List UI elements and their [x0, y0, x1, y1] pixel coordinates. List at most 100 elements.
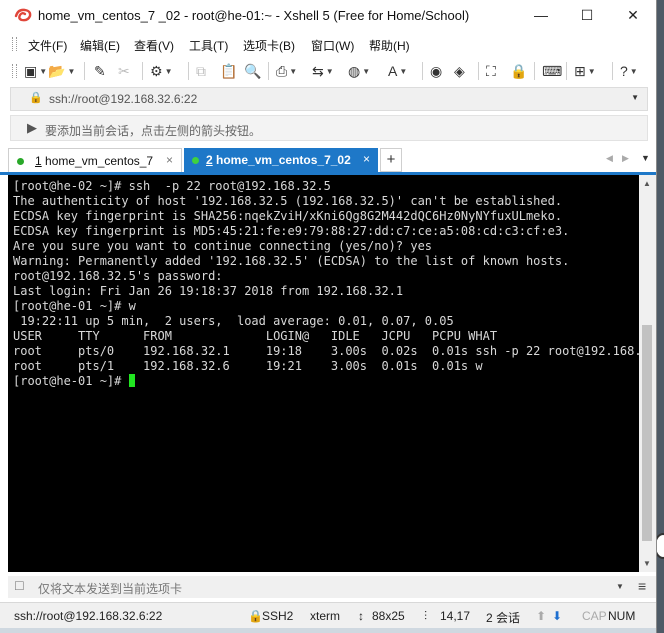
terminal-line: root@192.168.32.5's password:: [13, 269, 223, 283]
help-icon[interactable]: ? ▼: [620, 61, 638, 81]
open-folder-icon[interactable]: 📂 ▼: [48, 61, 75, 81]
terminal-line: ECDSA key fingerprint is SHA256:nqekZviH…: [13, 209, 563, 223]
toolbar-separator: [268, 62, 269, 80]
terminal-line: 19:22:11 up 5 min, 2 users, load average…: [13, 314, 454, 328]
menu-tools[interactable]: 工具(T): [189, 37, 228, 54]
status-lock-icon: 🔒: [248, 609, 263, 623]
copy-icon[interactable]: ⧉: [196, 61, 206, 81]
toolbar-separator: [188, 62, 189, 80]
session-status-icon: [17, 158, 24, 165]
terminal-line: [root@he-01 ~]# w: [13, 299, 136, 313]
terminal-line: Last login: Fri Jan 26 19:18:37 2018 fro…: [13, 284, 404, 298]
toolbar: ▣ ▼ 📂 ▼ ✎ ✂ ⚙ ▼ ⧉ 📋 🔍 ⎙ ▼ ⇆ ▼ ◍ ▼ A ▼ ◉ ◈ ⛶ 🔒 ⌨…: [0, 57, 656, 86]
status-size-icon: ↕: [358, 609, 364, 623]
toolbar-separator: [84, 62, 85, 80]
menu-view[interactable]: 查看(V): [134, 37, 174, 54]
terminal-prompt: [root@he-01 ~]#: [13, 374, 129, 388]
globe-icon[interactable]: ◍ ▼: [348, 61, 370, 81]
window-title: home_vm_centos_7 _02 - root@he-01:~ - Xs…: [38, 8, 470, 23]
minimize-button[interactable]: —: [518, 0, 564, 31]
tab-session-2[interactable]: 2 home_vm_centos_7_02 ×: [184, 148, 378, 172]
terminal-line: USER TTY FROM LOGIN@ IDLE JCPU PCPU WHAT: [13, 329, 498, 343]
compose-bar[interactable]: ☐ 仅将文本发送到当前选项卡 ▼ ≡: [8, 576, 656, 598]
terminal-line: ECDSA key fingerprint is MD5:45:21:fe:e9…: [13, 224, 570, 238]
add-toolbar-icon[interactable]: ⊞ ▼: [574, 61, 596, 81]
add-session-arrow-icon[interactable]: ▶: [27, 120, 37, 136]
terminal-screen[interactable]: [root@he-02 ~]# ssh -p 22 root@192.168.3…: [8, 175, 639, 572]
menu-file[interactable]: 文件(F): [28, 37, 67, 54]
new-session-icon[interactable]: ▣ ▼: [24, 61, 47, 81]
transfer-icon[interactable]: ⇆ ▼: [312, 61, 334, 81]
paste-icon[interactable]: 📋: [220, 61, 237, 81]
menu-window[interactable]: 窗口(W): [311, 37, 354, 54]
xshell-logo-icon: [14, 8, 32, 22]
maximize-button[interactable]: ☐: [564, 0, 610, 31]
address-bar[interactable]: 🔒 ssh://root@192.168.32.6:22 ▼: [10, 87, 648, 111]
xshell-window: home_vm_centos_7 _02 - root@he-01:~ - Xs…: [0, 0, 657, 633]
terminal-cursor: [128, 374, 135, 387]
session-hint-text: 要添加当前会话，点击左侧的箭头按钮。: [45, 124, 262, 138]
lock-icon[interactable]: 🔒: [510, 61, 527, 81]
toolbar-separator: [612, 62, 613, 80]
compose-dropdown-icon[interactable]: ▼: [616, 582, 624, 591]
tab-list-icon[interactable]: ▼: [641, 153, 650, 163]
new-tab-button[interactable]: +: [380, 148, 402, 172]
compose-input[interactable]: 仅将文本发送到当前选项卡: [38, 580, 182, 597]
status-position-icon: ⫶: [424, 609, 428, 623]
compose-target-icon[interactable]: ☐: [14, 579, 25, 593]
status-capslock: CAP: [582, 609, 607, 623]
upload-arrow-icon: ⬆: [536, 609, 547, 623]
compose-menu-icon[interactable]: ≡: [638, 578, 646, 594]
tab-next-icon[interactable]: ▶: [622, 153, 629, 164]
scroll-up-icon[interactable]: ▲: [643, 179, 651, 188]
toolbar-separator: [566, 62, 567, 80]
tab-close-icon[interactable]: ×: [166, 153, 173, 167]
status-sessions: 2 会话: [486, 611, 521, 625]
terminal-line: The authenticity of host '192.168.32.5 (…: [13, 194, 563, 208]
print-icon[interactable]: ⎙ ▼: [276, 61, 297, 81]
toolbar-grip-icon: [12, 64, 17, 78]
menu-bar: 文件(F) 编辑(E) 查看(V) 工具(T) 选项卡(B) 窗口(W) 帮助(…: [0, 31, 656, 57]
tab-close-icon[interactable]: ×: [363, 152, 370, 166]
address-dropdown-icon[interactable]: ▼: [631, 93, 639, 102]
find-icon[interactable]: 🔍: [244, 61, 261, 81]
toolbar-separator: [422, 62, 423, 80]
status-terminal-type: xterm: [310, 609, 340, 623]
xftp-icon[interactable]: ◉: [430, 61, 442, 81]
terminal-line: Are you sure you want to continue connec…: [13, 239, 433, 253]
terminal-line: root pts/1 192.168.32.6 19:21 3.00s 0.01…: [13, 359, 483, 373]
menu-help[interactable]: 帮助(H): [369, 37, 410, 54]
menu-grip-icon: [12, 37, 17, 51]
xmanager-icon[interactable]: ◈: [454, 61, 465, 81]
keyboard-icon[interactable]: ⌨: [542, 61, 562, 81]
properties-icon[interactable]: ⚙ ▼: [150, 61, 172, 81]
terminal-scrollbar[interactable]: ▲ ▼: [639, 175, 656, 572]
toolbar-separator: [478, 62, 479, 80]
status-numlock: NUM: [608, 609, 636, 623]
tab-prev-icon[interactable]: ◀: [606, 153, 613, 164]
status-size: 88x25: [372, 609, 405, 623]
connect-icon[interactable]: ✎: [94, 61, 106, 81]
tab-label: 1 home_vm_centos_7: [35, 154, 154, 168]
terminal-output: [root@he-02 ~]# ssh -p 22 root@192.168.3…: [13, 179, 639, 389]
fullscreen-icon[interactable]: ⛶: [486, 61, 496, 81]
toolbar-separator: [534, 62, 535, 80]
scroll-down-icon[interactable]: ▼: [643, 559, 651, 568]
title-bar: home_vm_centos_7 _02 - root@he-01:~ - Xs…: [0, 0, 656, 31]
disconnect-icon[interactable]: ✂: [118, 61, 130, 81]
terminal-line: root pts/0 192.168.32.1 19:18 3.00s 0.02…: [13, 344, 639, 358]
status-cursor-position: 14,17: [440, 609, 471, 623]
terminal-line: Warning: Permanently added '192.168.32.5…: [13, 254, 570, 268]
address-input[interactable]: ssh://root@192.168.32.6:22: [49, 92, 197, 106]
menu-edit[interactable]: 编辑(E): [80, 37, 120, 54]
scrollbar-thumb[interactable]: [642, 325, 652, 541]
tab-session-1[interactable]: 1 home_vm_centos_7 ×: [8, 148, 182, 172]
status-bar: ssh://root@192.168.32.6:22 🔒 SSH2 xterm …: [0, 602, 656, 628]
close-button[interactable]: ✕: [610, 0, 656, 31]
font-icon[interactable]: A ▼: [388, 61, 407, 81]
terminal-line: [root@he-02 ~]# ssh -p 22 root@192.168.3…: [13, 179, 331, 193]
menu-tabs[interactable]: 选项卡(B): [243, 37, 295, 54]
status-protocol: SSH2: [262, 609, 294, 623]
download-arrow-icon: ⬇: [552, 609, 563, 623]
desktop-background-bottom: [0, 628, 656, 633]
